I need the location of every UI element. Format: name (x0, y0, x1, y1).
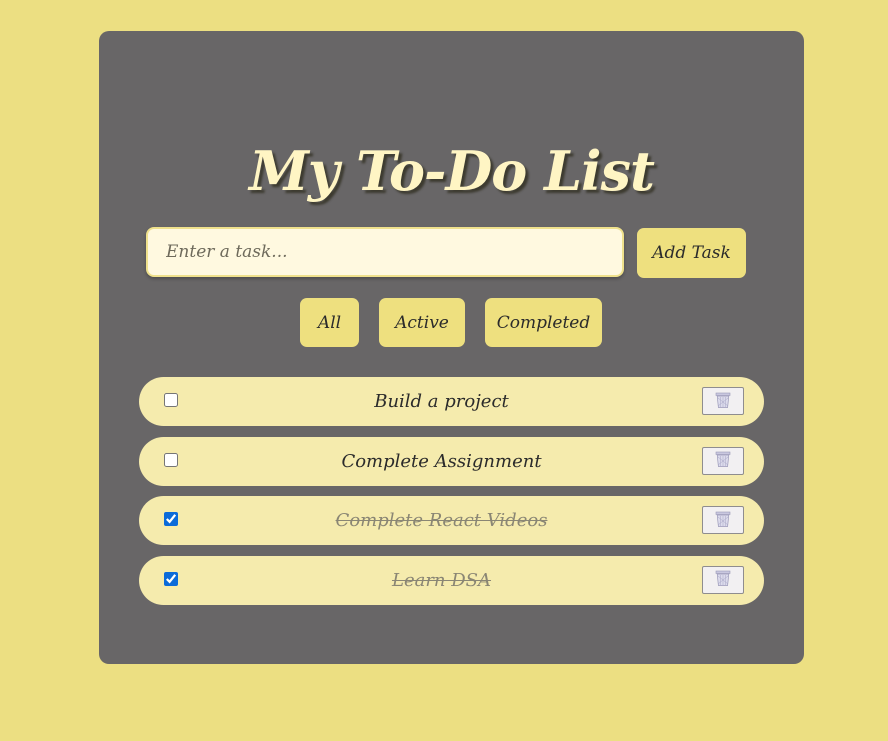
task-text: Learn DSA (391, 569, 492, 591)
delete-task-button[interactable] (702, 387, 744, 415)
delete-task-button[interactable] (702, 506, 744, 534)
task-checkbox[interactable] (164, 512, 178, 526)
page-title: My To-Do List (249, 139, 655, 203)
task-item: Complete Assignment (139, 436, 764, 486)
trash-bin-icon (714, 569, 732, 590)
filter-completed-button[interactable]: Completed (485, 298, 602, 347)
task-item: Complete React Videos (139, 496, 764, 545)
add-task-button[interactable]: Add Task (637, 228, 746, 278)
task-checkbox[interactable] (164, 452, 178, 467)
delete-task-button[interactable] (702, 565, 744, 594)
filter-all-button[interactable]: All (300, 298, 359, 347)
trash-bin-icon (714, 391, 732, 412)
task-checkbox[interactable] (164, 571, 178, 586)
task-item: Build a project (139, 377, 764, 426)
todo-card: My To-Do List Add Task All Active Comple… (99, 31, 804, 664)
task-text: Complete React Videos (335, 510, 548, 531)
task-text: Complete Assignment (341, 450, 542, 472)
filter-active-button[interactable]: Active (379, 298, 465, 347)
trash-bin-icon (714, 450, 732, 471)
trash-bin-icon (714, 510, 732, 531)
task-item: Learn DSA (139, 555, 764, 605)
task-checkbox[interactable] (164, 393, 178, 407)
task-text: Build a project (374, 391, 509, 412)
delete-task-button[interactable] (702, 446, 744, 475)
task-list: Build a project Complete Assignment Comp… (139, 377, 764, 615)
task-input[interactable] (146, 227, 624, 277)
